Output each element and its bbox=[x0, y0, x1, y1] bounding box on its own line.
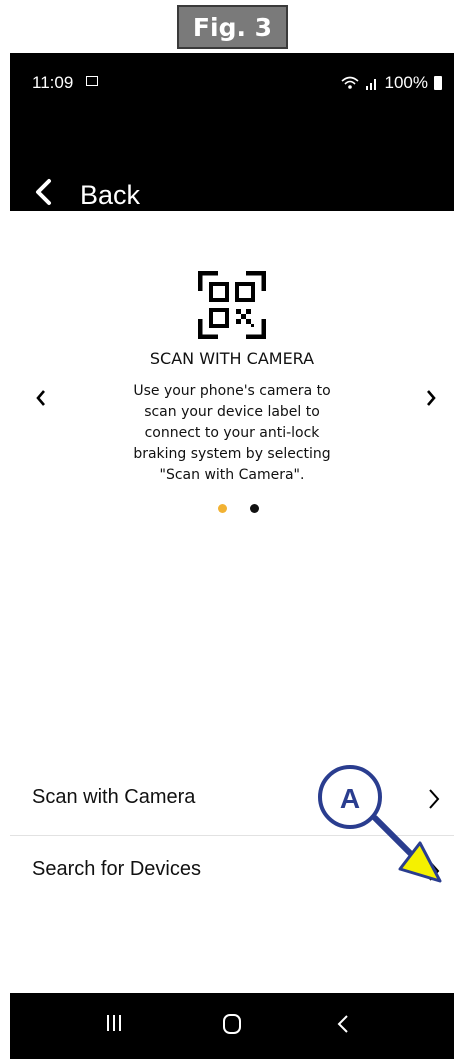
carousel-next-button[interactable] bbox=[425, 389, 437, 407]
chevron-right-icon bbox=[429, 789, 440, 809]
card-description: Use your phone's camera to scan your dev… bbox=[133, 383, 331, 483]
page-indicator-dot-active[interactable] bbox=[218, 504, 227, 513]
chevron-right-icon bbox=[429, 861, 440, 881]
status-indicators: 100% bbox=[340, 73, 442, 93]
chevron-left-icon[interactable] bbox=[34, 178, 52, 206]
carousel-prev-button[interactable] bbox=[35, 389, 47, 407]
battery-percent: 100% bbox=[384, 73, 428, 92]
header-bar: Back bbox=[10, 113, 454, 211]
status-time: 11:09 bbox=[32, 73, 74, 92]
status-bar: 11:09 100% bbox=[10, 53, 454, 113]
scan-with-camera-item[interactable]: Scan with Camera bbox=[10, 764, 454, 836]
main-content: SCAN WITH CAMERA Use your phone's camera… bbox=[10, 211, 454, 993]
wifi-icon bbox=[340, 76, 359, 89]
phone-screen: 11:09 100% Back SCAN WITH CAMERA Use you… bbox=[10, 53, 454, 1059]
card-title: SCAN WITH CAMERA bbox=[149, 349, 315, 368]
back-nav-icon[interactable] bbox=[336, 1013, 350, 1035]
qr-code-icon bbox=[198, 271, 266, 339]
list-item-label: Scan with Camera bbox=[32, 786, 196, 808]
system-nav-bar bbox=[10, 993, 454, 1059]
list-item-label: Search for Devices bbox=[32, 858, 201, 880]
back-button[interactable]: Back bbox=[80, 180, 140, 211]
page-indicator-dot[interactable] bbox=[250, 504, 259, 513]
notification-icon bbox=[86, 76, 98, 86]
home-icon[interactable] bbox=[222, 1013, 242, 1035]
search-for-devices-item[interactable]: Search for Devices bbox=[10, 836, 454, 907]
battery-icon bbox=[434, 76, 442, 90]
signal-icon bbox=[365, 79, 376, 90]
recents-icon[interactable] bbox=[106, 1013, 122, 1033]
figure-label: Fig. 3 bbox=[177, 5, 288, 49]
